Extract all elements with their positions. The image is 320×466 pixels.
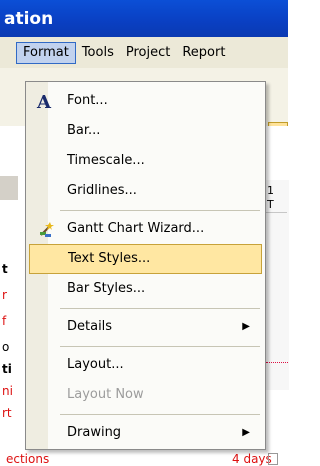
menu-item-timescale[interactable]: Timescale...	[29, 146, 262, 176]
dotted-line	[266, 362, 288, 363]
menu-item-label: Layout...	[67, 357, 124, 372]
task-name-fragment: t	[2, 262, 8, 276]
submenu-arrow-icon: ▶	[242, 321, 250, 332]
menu-item-details[interactable]: Details ▶	[29, 312, 262, 342]
task-name-fragment: r	[2, 288, 7, 302]
menu-item-layout-now: Layout Now	[29, 380, 262, 410]
menu-separator	[60, 414, 260, 415]
task-row: ections 4 days	[0, 452, 288, 466]
task-duration: 4 days	[232, 452, 272, 466]
menu-item-label: Layout Now	[67, 387, 144, 402]
menu-item-font[interactable]: A Font...	[29, 86, 262, 116]
menu-item-label: Timescale...	[67, 153, 145, 168]
menu-item-bar-styles[interactable]: Bar Styles...	[29, 274, 262, 304]
task-name-fragment: o	[2, 340, 10, 354]
menu-bar: Format Tools Project Report	[0, 37, 288, 69]
menu-format[interactable]: Format	[16, 41, 76, 64]
menu-edge-glyph	[0, 42, 16, 64]
menu-tools[interactable]: Tools	[76, 42, 120, 64]
format-menu-dropdown: A Font... Bar... Timescale... Gridlines.…	[25, 81, 266, 450]
menu-item-label: Gantt Chart Wizard...	[67, 221, 205, 236]
application-window: ation Format Tools Project Report 1 T t …	[0, 0, 289, 466]
row-indicator	[268, 453, 278, 465]
title-bar: ation	[0, 0, 288, 37]
window-title: ation	[4, 8, 54, 29]
menu-item-label: Font...	[67, 93, 108, 108]
task-name: ections	[6, 452, 50, 466]
menu-item-label: Details	[67, 319, 113, 334]
task-name-fragment: ti	[2, 362, 12, 376]
menu-item-label: Text Styles...	[68, 251, 151, 266]
submenu-arrow-icon: ▶	[242, 427, 250, 438]
menu-separator	[60, 346, 260, 347]
menu-project[interactable]: Project	[120, 42, 176, 64]
menu-report[interactable]: Report	[176, 42, 231, 64]
menu-item-label: Bar...	[67, 123, 101, 138]
wizard-icon	[40, 222, 54, 237]
menu-item-drawing[interactable]: Drawing ▶	[29, 418, 262, 448]
task-name-fragment: f	[2, 314, 7, 328]
menu-item-gantt-chart-wizard[interactable]: Gantt Chart Wizard...	[29, 214, 262, 244]
menu-separator	[60, 308, 260, 309]
timescale-header-2: T	[267, 198, 274, 211]
timescale-header-1: 1	[267, 184, 274, 197]
menu-item-layout[interactable]: Layout...	[29, 350, 262, 380]
menu-item-bar[interactable]: Bar...	[29, 116, 262, 146]
row-header-column	[0, 176, 18, 200]
menu-item-text-styles[interactable]: Text Styles...	[29, 244, 262, 274]
task-name-fragment: rt	[2, 406, 12, 420]
task-name-fragment: ni	[2, 384, 13, 398]
font-icon: A	[37, 92, 51, 113]
menu-separator	[60, 210, 260, 211]
menu-item-label: Gridlines...	[67, 183, 137, 198]
menu-item-label: Bar Styles...	[67, 281, 146, 296]
menu-item-gridlines[interactable]: Gridlines...	[29, 176, 262, 206]
menu-item-label: Drawing	[67, 425, 122, 440]
